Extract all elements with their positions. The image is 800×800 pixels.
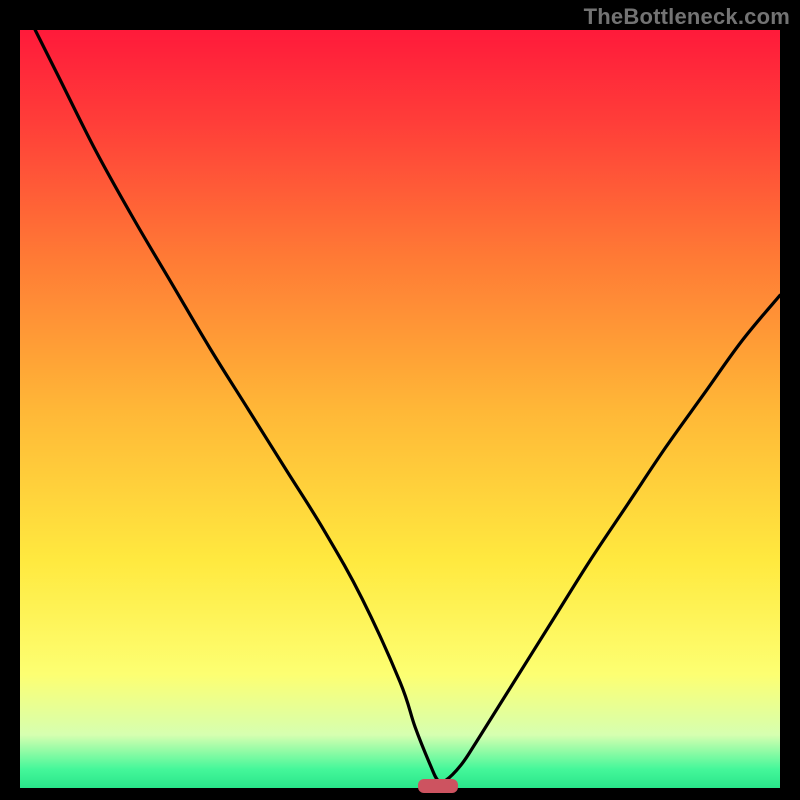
- chart-frame: TheBottleneck.com: [0, 0, 800, 800]
- bottleneck-chart: [0, 0, 800, 800]
- plot-background: [20, 30, 780, 788]
- minimum-marker: [418, 779, 458, 793]
- attribution-label: TheBottleneck.com: [584, 4, 790, 30]
